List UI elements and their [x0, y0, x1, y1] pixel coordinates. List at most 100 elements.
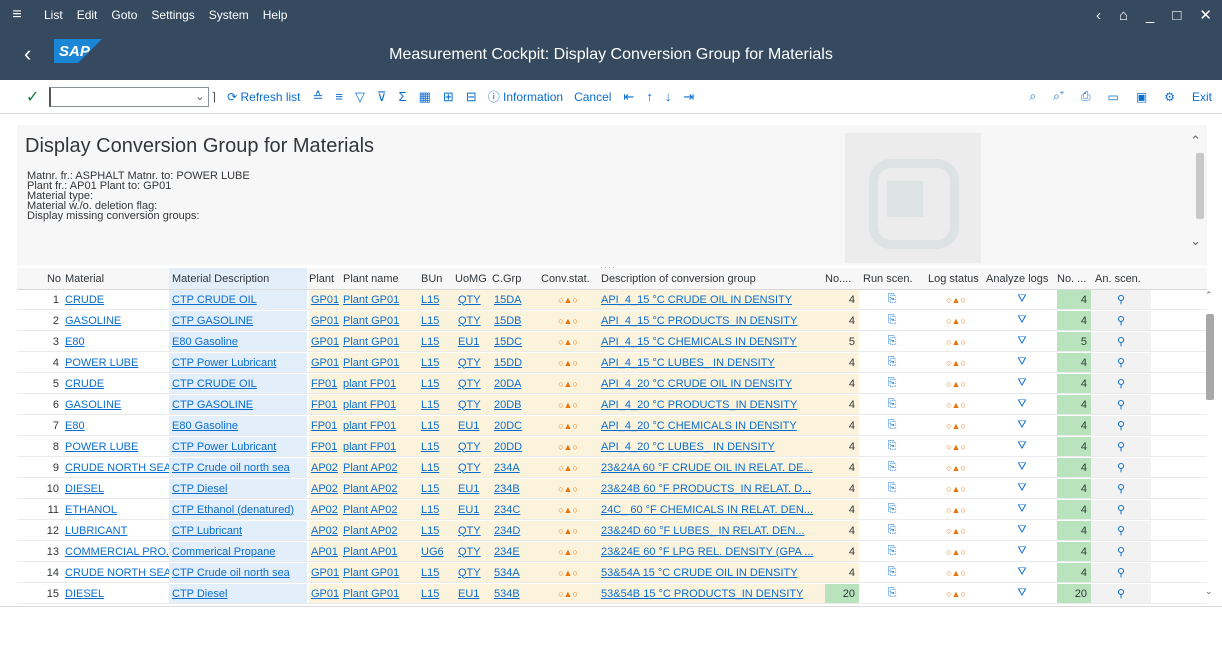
run-scenario-icon[interactable]: ⎘ [859, 458, 925, 477]
cell-cgroup-description[interactable]: 23&24D 60 °F LUBES_ IN RELAT. DEN... [597, 521, 825, 540]
cell-cgroup-description[interactable]: 23&24A 60 °F CRUDE OIL IN RELAT. DE... [597, 458, 825, 477]
analyze-scenario-icon[interactable]: ⚲ [1091, 311, 1151, 330]
cell-plant[interactable]: AP02 [309, 479, 341, 498]
filter-icon[interactable]: ▽ [355, 89, 365, 105]
cell-plant-name[interactable]: Plant AP02 [341, 479, 417, 498]
cell-cgroup-description[interactable]: API_4_15 °C CHEMICALS IN DENSITY [597, 332, 825, 351]
col-an-scen[interactable]: An. scen. [1095, 268, 1145, 289]
grid-scroll-thumb[interactable] [1206, 314, 1214, 400]
analyze-logs-icon[interactable]: ⛛ [987, 332, 1057, 351]
cell-cgroup-description[interactable]: 23&24B 60 °F PRODUCTS_IN RELAT. D... [597, 479, 825, 498]
cell-uomg[interactable]: QTY [453, 521, 489, 540]
cell-plant[interactable]: GP01 [309, 584, 341, 603]
cell-material-description[interactable]: E80 Gasoline [169, 332, 307, 351]
cell-plant-name[interactable]: Plant GP01 [341, 584, 417, 603]
new-session-icon[interactable]: ▭ [1108, 90, 1119, 104]
analyze-logs-icon[interactable]: ⛛ [987, 500, 1057, 519]
run-scenario-icon[interactable]: ⎘ [859, 395, 925, 414]
cell-material[interactable]: POWER LUBE [65, 437, 169, 456]
cell-plant-name[interactable]: Plant GP01 [341, 332, 417, 351]
col-uomg[interactable]: UoMG [455, 268, 491, 289]
analyze-logs-icon[interactable]: ⛛ [987, 353, 1057, 372]
find-icon[interactable]: ⌕ [1029, 89, 1036, 104]
analyze-scenario-icon[interactable]: ⚲ [1091, 353, 1151, 372]
cell-plant[interactable]: AP02 [309, 521, 341, 540]
maximize-icon[interactable]: □ [1172, 7, 1181, 24]
cell-cgrp[interactable]: 234B [489, 479, 539, 498]
cell-plant[interactable]: FP01 [309, 374, 341, 393]
analyze-logs-icon[interactable]: ⛛ [987, 479, 1057, 498]
cell-material-description[interactable]: CTP Power Lubricant [169, 437, 307, 456]
run-scenario-icon[interactable]: ⎘ [859, 479, 925, 498]
cell-bun[interactable]: L15 [417, 311, 453, 330]
cell-cgroup-description[interactable]: API_4_20 °C CHEMICALS IN DENSITY [597, 416, 825, 435]
unlock-icon[interactable]: ⌂ [1119, 7, 1128, 24]
cell-uomg[interactable]: QTY [453, 374, 489, 393]
cell-uomg[interactable]: QTY [453, 311, 489, 330]
cell-material-description[interactable]: CTP Diesel [169, 479, 307, 498]
cell-bun[interactable]: L15 [417, 353, 453, 372]
print-icon[interactable]: ⎙ [1081, 89, 1091, 104]
table-row[interactable]: 11 ETHANOL CTP Ethanol (denatured) AP02 Plan… [17, 500, 1207, 520]
cell-plant[interactable]: AP01 [309, 542, 341, 561]
cell-material[interactable]: CRUDE NORTH SEA [65, 563, 169, 582]
cell-material[interactable]: CRUDE [65, 290, 169, 309]
cell-cgroup-description[interactable]: API_4_20 °C CRUDE OIL IN DENSITY [597, 374, 825, 393]
table-row[interactable]: 13 COMMERCIAL PRO... Commerical Propane AP0… [17, 542, 1207, 562]
analyze-logs-icon[interactable]: ⛛ [987, 290, 1057, 309]
cancel-button[interactable]: Cancel [574, 90, 611, 104]
cell-plant[interactable]: FP01 [309, 437, 341, 456]
col-run-scen[interactable]: Run scen. [863, 268, 923, 289]
export-icon[interactable]: ⊞ [443, 89, 454, 105]
analyze-logs-icon[interactable]: ⛛ [987, 311, 1057, 330]
cell-uomg[interactable]: QTY [453, 353, 489, 372]
col-conv-stat[interactable]: Conv.stat. [541, 268, 595, 289]
cell-material-description[interactable]: CTP CRUDE OIL [169, 374, 307, 393]
cell-plant[interactable]: GP01 [309, 563, 341, 582]
cell-uomg[interactable]: EU1 [453, 479, 489, 498]
run-scenario-icon[interactable]: ⎘ [859, 290, 925, 309]
cell-bun[interactable]: L15 [417, 458, 453, 477]
cell-cgrp[interactable]: 534B [489, 584, 539, 603]
layout-icon[interactable]: ▦ [419, 89, 431, 105]
cell-plant[interactable]: FP01 [309, 416, 341, 435]
cell-bun[interactable]: L15 [417, 374, 453, 393]
next-page-icon[interactable]: ↓ [665, 89, 672, 104]
cell-material[interactable]: CRUDE [65, 374, 169, 393]
cell-material[interactable]: CRUDE NORTH SEA [65, 458, 169, 477]
cell-uomg[interactable]: QTY [453, 290, 489, 309]
cell-plant-name[interactable]: Plant AP02 [341, 500, 417, 519]
cell-plant[interactable]: GP01 [309, 311, 341, 330]
previous-page-icon[interactable]: ↑ [646, 89, 653, 104]
cell-cgrp[interactable]: 20DD [489, 437, 539, 456]
cell-material-description[interactable]: CTP Lubricant [169, 521, 307, 540]
analyze-scenario-icon[interactable]: ⚲ [1091, 563, 1151, 582]
table-row[interactable]: 2 GASOLINE CTP GASOLINE GP01 Plant GP01 L15 QT… [17, 311, 1207, 331]
table-row[interactable]: 15 DIESEL CTP Diesel GP01 Plant GP01 L15 EU1 53… [17, 584, 1207, 604]
cell-material-description[interactable]: CTP GASOLINE [169, 311, 307, 330]
cell-material[interactable]: E80 [65, 332, 169, 351]
enter-check-icon[interactable]: ✓ [26, 87, 39, 107]
col-cgrp[interactable]: C.Grp [492, 268, 532, 289]
cell-cgrp[interactable]: 234A [489, 458, 539, 477]
cell-material[interactable]: DIESEL [65, 584, 169, 603]
col-log-status[interactable]: Log status [928, 268, 986, 289]
cell-cgrp[interactable]: 20DA [489, 374, 539, 393]
menu-goto[interactable]: Goto [111, 8, 137, 22]
cell-bun[interactable]: L15 [417, 521, 453, 540]
cell-material-description[interactable]: E80 Gasoline [169, 416, 307, 435]
cell-plant-name[interactable]: Plant GP01 [341, 311, 417, 330]
minimize-icon[interactable]: _ [1146, 7, 1154, 24]
cell-uomg[interactable]: EU1 [453, 584, 489, 603]
col-analyze-logs[interactable]: Analyze logs [986, 268, 1056, 289]
cell-cgrp[interactable]: 20DC [489, 416, 539, 435]
cell-material-description[interactable]: CTP Power Lubricant [169, 353, 307, 372]
analyze-scenario-icon[interactable]: ⚲ [1091, 542, 1151, 561]
cell-plant-name[interactable]: Plant GP01 [341, 353, 417, 372]
cell-bun[interactable]: L15 [417, 563, 453, 582]
cell-material[interactable]: GASOLINE [65, 395, 169, 414]
cell-uomg[interactable]: QTY [453, 458, 489, 477]
previous-icon[interactable]: ‹ [1096, 7, 1101, 24]
hamburger-icon[interactable]: ≡ [4, 6, 30, 24]
cell-uomg[interactable]: EU1 [453, 332, 489, 351]
